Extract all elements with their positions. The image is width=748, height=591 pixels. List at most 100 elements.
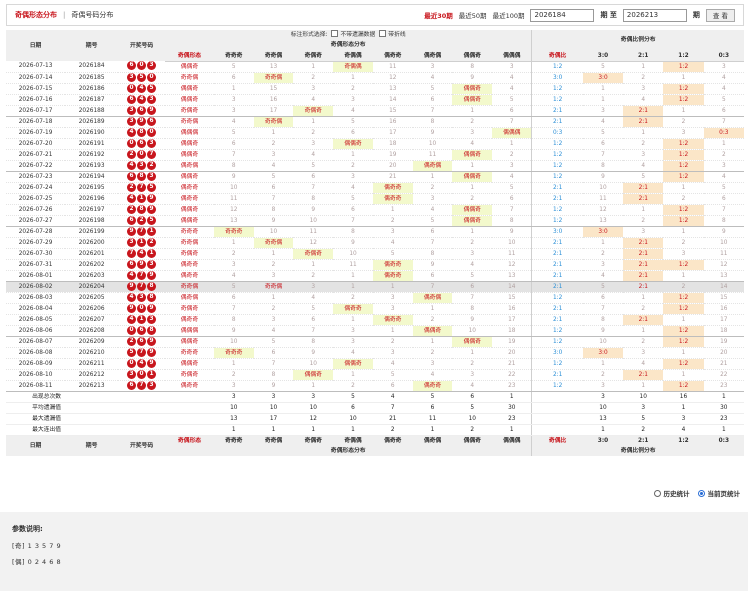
ratio-miss-cell: 11 xyxy=(703,248,744,260)
shape-miss-cell: 6 xyxy=(492,105,532,117)
row-draw-balls: 350 xyxy=(118,72,165,84)
history-stat-option[interactable]: 历史统计 xyxy=(653,488,690,498)
row-date: 2026-07-24 xyxy=(6,182,66,194)
row-date: 2026-07-27 xyxy=(6,215,66,227)
shape-miss-cell: 5 xyxy=(492,94,532,106)
shape-miss-cell: 6 xyxy=(372,380,413,392)
stat-label: 出现总次数 xyxy=(6,391,66,403)
ratio-miss-cell: 1 xyxy=(623,61,664,73)
draw-ball: 4 xyxy=(137,358,147,368)
tab-parity-shape[interactable]: 奇偶形态分布 xyxy=(7,10,63,20)
stat-empty xyxy=(164,413,214,425)
ratio-miss-cell: 6 xyxy=(582,138,624,150)
shape-miss-cell: 3 xyxy=(293,138,334,150)
shape-miss-cell: 11 xyxy=(293,226,334,238)
query-button[interactable]: 查 看 xyxy=(705,8,735,22)
ratio-value-header: 2:1 xyxy=(623,50,664,62)
shape-miss-cell: 1 xyxy=(333,369,373,381)
shape-miss-cell: 1 xyxy=(293,61,334,73)
shape-miss-cell: 22 xyxy=(492,369,532,381)
row-ratio: 2:1 xyxy=(531,303,583,315)
shape-hit-cell: 偶奇奇 xyxy=(372,193,413,205)
row-pattern: 偶奇奇 xyxy=(164,270,214,282)
recent-30-link[interactable]: 最近30期 xyxy=(424,10,453,20)
stat-empty xyxy=(164,391,214,403)
draw-ball: 5 xyxy=(127,347,137,357)
draw-ball: 2 xyxy=(147,237,157,247)
shape-hit-cell: 偶奇奇 xyxy=(372,314,413,326)
row-date: 2026-07-14 xyxy=(6,72,66,84)
shape-miss-cell: 3 xyxy=(213,105,254,117)
shape-miss-cell: 19 xyxy=(372,149,413,161)
table-row: 2026-07-20 2026191 0 6 3 偶偶奇 6 2 3 偶偶奇 18 10 4 1 1:2 6 2… xyxy=(6,138,744,150)
row-date: 2026-07-30 xyxy=(6,248,66,260)
row-ratio: 1:2 xyxy=(531,336,583,348)
shape-hit-cell: 偶奇偶 xyxy=(412,292,453,304)
shape-miss-cell: 5 xyxy=(213,281,254,293)
row-issue: 2026195 xyxy=(65,182,119,194)
row-draw-balls: 603 xyxy=(118,61,165,73)
recent-50-link[interactable]: 最近50期 xyxy=(459,10,487,20)
shape-miss-cell: 5 xyxy=(333,193,373,205)
recent-100-link[interactable]: 最近100期 xyxy=(493,10,525,20)
draw-ball: 3 xyxy=(127,72,137,82)
draw-ball: 7 xyxy=(137,182,147,192)
draw-ball: 6 xyxy=(137,325,147,335)
tab-parity-number[interactable]: 奇偶号码分布 xyxy=(65,10,119,20)
from-issue-input[interactable] xyxy=(530,8,595,22)
draw-ball: 4 xyxy=(137,83,147,93)
ratio-miss-cell: 4 xyxy=(703,171,744,183)
shape-column-header: 奇奇奇 xyxy=(213,50,254,62)
stat-empty xyxy=(65,391,119,403)
stat-empty xyxy=(531,413,583,425)
stat-ratio-value: 30 xyxy=(703,402,744,414)
shape-column-header: 奇偶奇 xyxy=(293,50,334,62)
row-pattern: 偶偶奇 xyxy=(164,171,214,183)
draw-footer: 开奖号码 xyxy=(118,434,165,456)
draw-ball: 9 xyxy=(147,270,157,280)
footer-shape-column: 奇偶偶 xyxy=(333,434,373,446)
trend-table-area: 日期 期号 开奖号码 标注形式选择: 不带遗漏数据 带折线 奇偶比例分布 奇偶形态分布 奇偶形态… xyxy=(6,30,744,456)
stat-shape-value: 5 xyxy=(333,391,373,403)
ratio-hit-cell: 1:2 xyxy=(663,303,704,315)
page-stat-option[interactable]: 当前页统计 xyxy=(697,488,740,498)
stat-shape-value: 10 xyxy=(333,413,373,425)
shape-hit-cell: 奇奇偶 xyxy=(253,281,294,293)
shape-miss-cell: 8 xyxy=(452,61,493,73)
to-label: 期 xyxy=(692,11,700,19)
legend-odd: [奇] 1 3 5 7 9 xyxy=(12,542,62,550)
row-draw-balls: 049 xyxy=(118,358,165,370)
header-options-row: 日期 期号 开奖号码 标注形式选择: 不带遗漏数据 带折线 奇偶比例分布 xyxy=(6,30,744,62)
draw-ball: 4 xyxy=(137,248,147,258)
stat-shape-value: 10 xyxy=(452,413,493,425)
draw-ball: 2 xyxy=(127,204,137,214)
history-stat-radio[interactable] xyxy=(653,490,661,497)
row-pattern: 偶偶奇 xyxy=(164,61,214,73)
row-issue: 2026192 xyxy=(65,149,119,161)
shape-miss-cell: 17 xyxy=(492,314,532,326)
draw-ball: 3 xyxy=(137,292,147,302)
row-ratio: 1:2 xyxy=(531,149,583,161)
polyline-checkbox[interactable] xyxy=(379,30,387,38)
row-pattern: 奇偶奇 xyxy=(164,303,214,315)
shape-miss-cell: 1 xyxy=(293,259,334,271)
stat-empty xyxy=(164,424,214,436)
footer-shape-column: 偶偶奇 xyxy=(452,434,493,446)
shape-miss-cell: 6 xyxy=(492,193,532,205)
ratio-miss-cell: 1 xyxy=(663,105,704,117)
page-stat-radio[interactable] xyxy=(697,490,705,497)
shape-miss-cell: 6 xyxy=(333,127,373,139)
ratio-value-header: 3:0 xyxy=(582,50,624,62)
row-issue: 2026207 xyxy=(65,314,119,326)
row-date: 2026-08-06 xyxy=(6,325,66,337)
shape-column-header: 偶偶奇 xyxy=(452,50,493,62)
to-issue-input[interactable] xyxy=(622,8,687,22)
shape-miss-cell: 18 xyxy=(372,138,413,150)
draw-ball: 9 xyxy=(127,226,137,236)
ratio-miss-cell: 7 xyxy=(703,116,744,128)
ratio-miss-cell: 2 xyxy=(582,369,624,381)
row-issue: 2026186 xyxy=(65,83,119,95)
draw-ball: 3 xyxy=(147,171,157,181)
shape-miss-cell: 9 xyxy=(412,259,453,271)
no-miss-checkbox[interactable] xyxy=(331,30,339,38)
